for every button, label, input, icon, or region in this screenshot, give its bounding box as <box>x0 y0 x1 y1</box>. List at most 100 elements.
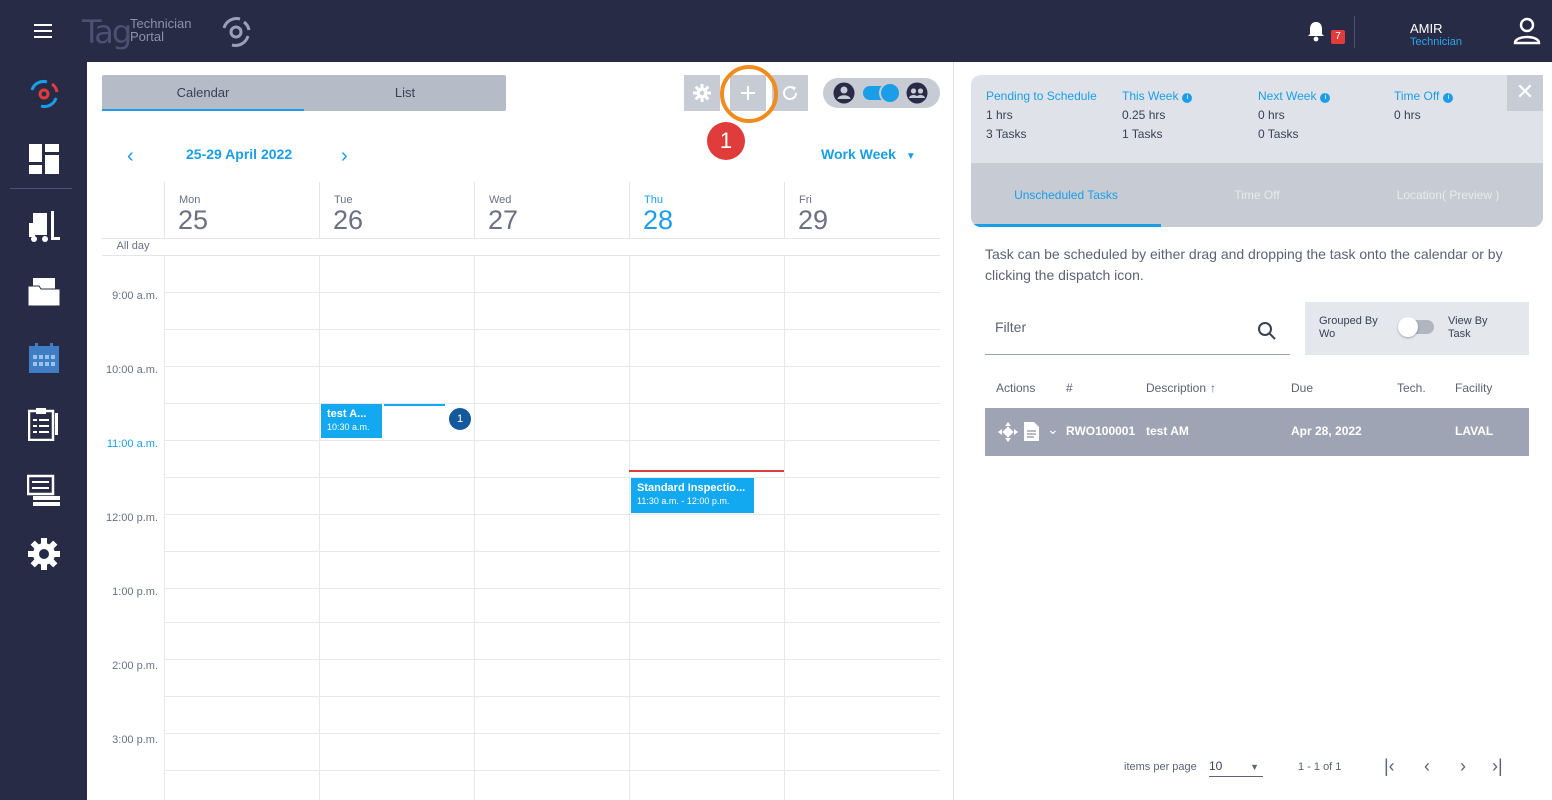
items-per-page-select[interactable]: 10 ▼ <box>1209 759 1263 777</box>
header-divider <box>1354 16 1355 48</box>
info-icon[interactable]: i <box>1443 93 1454 103</box>
sidebar-item-settings[interactable] <box>0 524 87 584</box>
day-header-tue[interactable]: Tue 26 <box>319 182 474 238</box>
group-view-toggle[interactable] <box>1398 317 1434 337</box>
next-page-icon[interactable]: › <box>1460 756 1466 777</box>
more-events-badge[interactable]: 1 <box>449 408 471 430</box>
notification-badge: 7 <box>1331 30 1345 44</box>
clipboard-checklist-icon <box>27 408 58 441</box>
day-header-fri[interactable]: Fri 29 <box>784 182 940 238</box>
brand-swirl-icon <box>30 80 58 108</box>
sidebar-item-equipment[interactable] <box>0 196 87 256</box>
summary-card: Pending to Schedule 1 hrs 3 Tasks This W… <box>971 75 1543 227</box>
gear-icon <box>693 84 711 102</box>
event-drag-indicator <box>384 404 445 406</box>
view-toggle: Calendar List <box>102 75 506 111</box>
tab-calendar[interactable]: Calendar <box>102 75 304 111</box>
dispatch-move-icon[interactable] <box>997 421 1019 443</box>
column-header-actions[interactable]: Actions <box>996 381 1035 395</box>
filter-input[interactable] <box>995 319 1245 335</box>
unscheduled-panel: Pending to Schedule 1 hrs 3 Tasks This W… <box>953 62 1552 800</box>
panel-tabs: Unscheduled Tasks Time Off Location( Pre… <box>971 163 1543 227</box>
sidebar-item-home[interactable] <box>0 64 87 124</box>
next-week-chevron-icon[interactable]: › <box>341 145 348 168</box>
column-header-tech[interactable]: Tech. <box>1397 381 1426 395</box>
switch-knob <box>879 82 901 104</box>
view-by-label: View By Task <box>1448 315 1488 340</box>
close-panel-button[interactable]: ✕ <box>1507 75 1543 111</box>
day-header-mon[interactable]: Mon 25 <box>164 182 319 238</box>
current-time-indicator <box>629 470 784 472</box>
time-grid[interactable]: 9:00 a.m. 10:00 a.m. 11:00 a.m. 12:00 p.… <box>102 256 940 800</box>
items-per-page-label: items per page <box>1124 761 1197 773</box>
help-text: Task can be scheduled by either drag and… <box>985 246 1503 283</box>
summary-pending: Pending to Schedule 1 hrs 3 Tasks <box>986 89 1097 141</box>
step-number-badge: 1 <box>707 122 745 160</box>
caret-down-icon: ▼ <box>1250 762 1259 772</box>
view-mode-select[interactable]: Work Week ▼ <box>821 146 916 162</box>
gear-icon <box>27 538 60 570</box>
menu-icon[interactable] <box>34 24 52 38</box>
group-toggle-box: Grouped By Wo View By Task <box>1305 302 1529 355</box>
tab-location-preview[interactable]: Location( Preview ) <box>1353 163 1543 227</box>
tab-unscheduled-tasks[interactable]: Unscheduled Tasks <box>971 163 1161 227</box>
page-range-label: 1 - 1 of 1 <box>1298 761 1342 773</box>
row-facility: LAVAL <box>1455 424 1494 438</box>
tab-list[interactable]: List <box>304 75 506 111</box>
all-day-label: All day <box>116 240 150 252</box>
single-multi-tech-switch[interactable] <box>823 78 940 108</box>
settings-button[interactable] <box>684 75 720 111</box>
column-header-due[interactable]: Due <box>1291 381 1313 395</box>
dashboard-icon <box>28 144 59 174</box>
table-row[interactable]: ⌄ RWO100001 test AM Apr 28, 2022 LAVAL <box>985 408 1529 456</box>
info-icon[interactable]: i <box>1320 93 1331 103</box>
previous-page-icon[interactable]: ‹ <box>1424 756 1430 777</box>
day-header-thu[interactable]: Thu 28 <box>629 182 784 238</box>
document-icon[interactable] <box>1023 421 1040 442</box>
sidebar-item-receipts[interactable] <box>0 460 87 520</box>
folder-documents-icon <box>27 278 60 307</box>
first-page-icon[interactable]: |‹ <box>1384 756 1395 777</box>
bell-icon[interactable] <box>1306 20 1326 42</box>
top-bar: Tag Technician Portal 7 AMIR Technician <box>0 0 1552 62</box>
filter-field <box>985 307 1290 355</box>
info-icon[interactable]: i <box>1182 93 1193 103</box>
grouped-by-label: Grouped By Wo <box>1319 315 1378 340</box>
logo-swirl-icon <box>222 17 251 47</box>
expand-chevron-icon[interactable]: ⌄ <box>1047 421 1059 438</box>
sidebar <box>0 62 87 800</box>
time-label: 1:00 p.m. <box>112 586 158 598</box>
calendar-grid: Mon 25 Tue 26 Wed 27 Thu 28 Fri 29 All day <box>102 182 940 800</box>
tab-time-off[interactable]: Time Off <box>1162 163 1352 227</box>
sidebar-item-calendar[interactable] <box>0 328 87 388</box>
sidebar-item-checklist[interactable] <box>0 394 87 454</box>
single-person-icon <box>833 82 855 104</box>
time-label: 9:00 a.m. <box>112 290 158 302</box>
logo-text: Tag <box>82 13 132 51</box>
column-header-number[interactable]: # <box>1066 381 1073 395</box>
refresh-icon <box>783 86 798 101</box>
add-button[interactable] <box>730 75 766 111</box>
row-description: test AM <box>1146 424 1189 438</box>
time-label: 12:00 p.m. <box>106 512 158 524</box>
time-label: 10:00 a.m. <box>106 364 158 376</box>
calendar-event[interactable]: test A... 10:30 a.m. <box>321 404 382 438</box>
search-icon[interactable] <box>1257 321 1277 341</box>
calendar-event[interactable]: Standard Inspectio... 11:30 a.m. - 12:00… <box>631 478 754 513</box>
column-header-description[interactable]: Description ↑ <box>1146 381 1216 395</box>
column-header-facility[interactable]: Facility <box>1455 381 1492 395</box>
refresh-button[interactable] <box>772 75 808 111</box>
user-profile-icon[interactable] <box>1512 16 1542 46</box>
calendar-icon <box>28 343 59 373</box>
user-name: AMIR <box>1410 21 1443 36</box>
summary-next-week: Next Week i 0 hrs 0 Tasks <box>1258 89 1331 141</box>
day-header-wed[interactable]: Wed 27 <box>474 182 629 238</box>
last-page-icon[interactable]: ›| <box>1492 756 1503 777</box>
sort-up-arrow-icon: ↑ <box>1210 381 1217 395</box>
sidebar-item-documents[interactable] <box>0 262 87 322</box>
calendar-area: Calendar List 1 ‹ 25-29 April 2022 › Wor… <box>87 62 953 800</box>
close-icon: ✕ <box>1515 79 1535 104</box>
previous-week-chevron-icon[interactable]: ‹ <box>127 145 134 168</box>
sidebar-item-dashboard[interactable] <box>0 129 87 189</box>
user-role: Technician <box>1410 36 1462 48</box>
